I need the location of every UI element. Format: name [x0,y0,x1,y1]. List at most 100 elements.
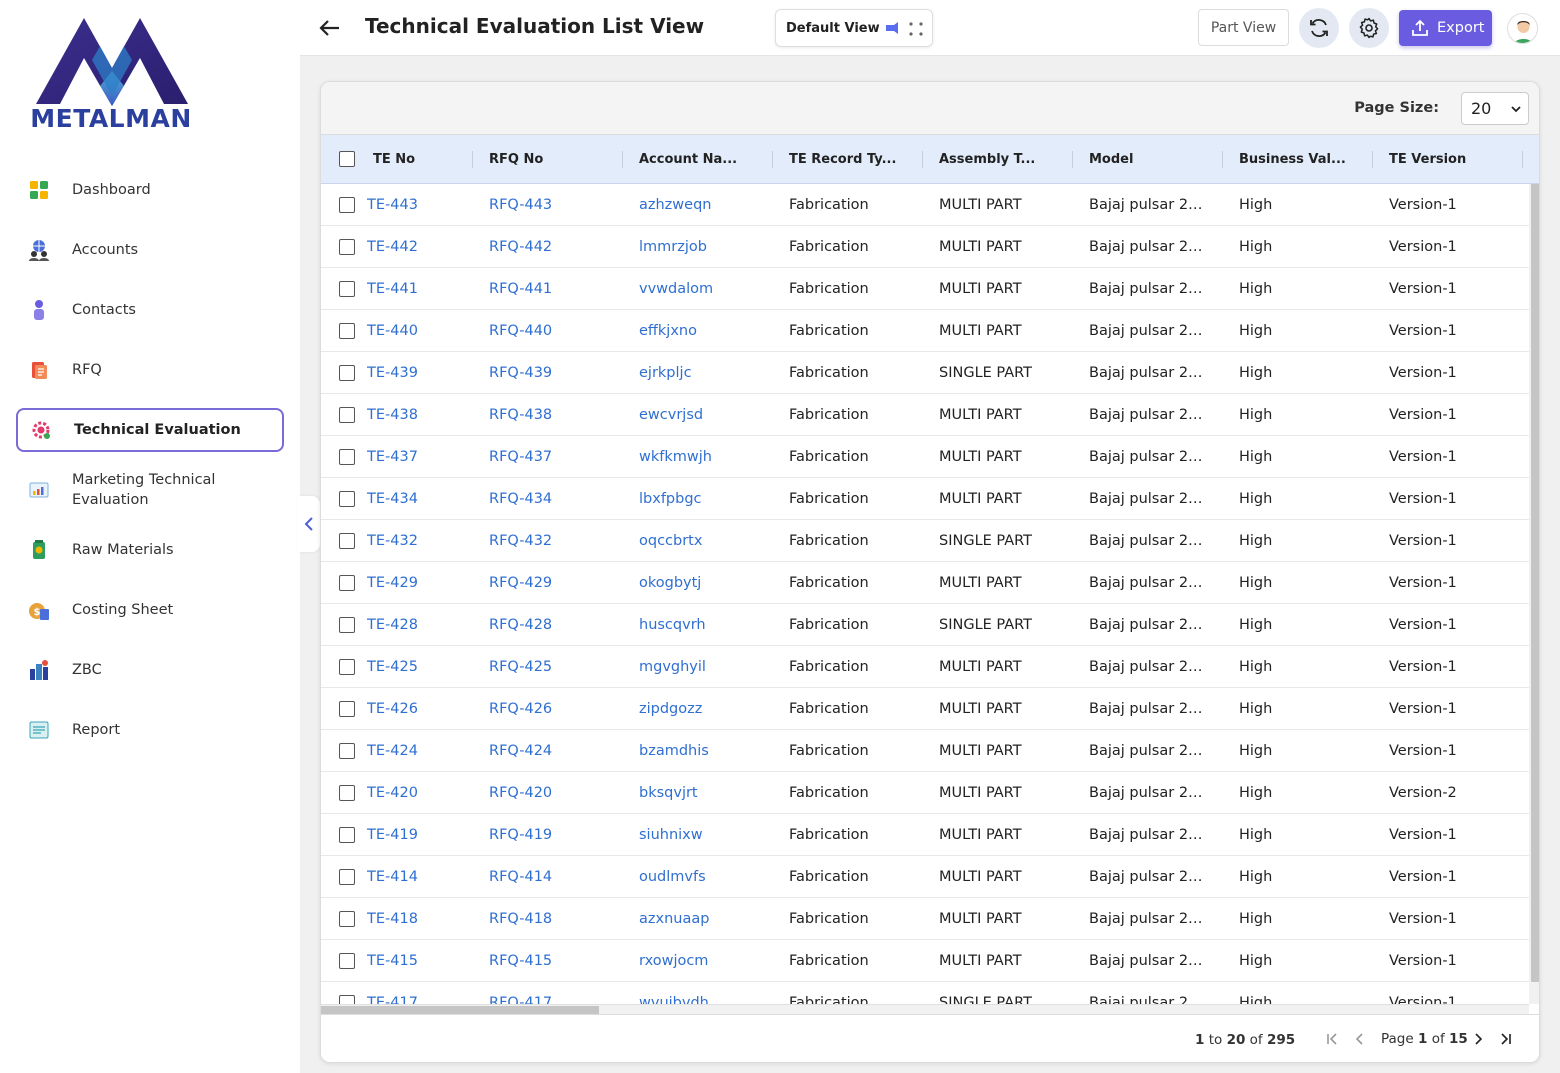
table-row[interactable]: TE-417 RFQ-417 wvuibvdh Fabrication SINGLE P… [321,982,1529,1004]
table-row[interactable]: TE-414 RFQ-414 oudlmvfs Fabrication MULTI PA… [321,856,1529,898]
row-checkbox[interactable] [339,785,355,801]
cell-rfq-no[interactable]: RFQ-439 [489,352,629,394]
table-row[interactable]: TE-428 RFQ-428 huscqvrh Fabrication SINGLE P… [321,604,1529,646]
cell-account-name[interactable]: zipdgozz [639,688,779,730]
cell-te-no[interactable]: TE-414 [367,856,477,898]
table-row[interactable]: TE-429 RFQ-429 okogbytj Fabrication MULTI PA… [321,562,1529,604]
table-row[interactable]: TE-419 RFQ-419 siuhnixw Fabrication MULTI PA… [321,814,1529,856]
cell-account-name[interactable]: oqccbrtx [639,520,779,562]
cell-account-name[interactable]: oudlmvfs [639,856,779,898]
row-checkbox[interactable] [339,995,355,1004]
table-row[interactable]: TE-420 RFQ-420 bksqvjrt Fabrication MULTI PA… [321,772,1529,814]
table-row[interactable]: TE-434 RFQ-434 lbxfpbgc Fabrication MULTI PA… [321,478,1529,520]
cell-te-no[interactable]: TE-418 [367,898,477,940]
cell-te-no[interactable]: TE-434 [367,478,477,520]
cell-rfq-no[interactable]: RFQ-429 [489,562,629,604]
cell-account-name[interactable]: huscqvrh [639,604,779,646]
row-checkbox[interactable] [339,281,355,297]
table-row[interactable]: TE-432 RFQ-432 oqccbrtx Fabrication SINGLE P… [321,520,1529,562]
row-checkbox[interactable] [339,323,355,339]
cell-rfq-no[interactable]: RFQ-440 [489,310,629,352]
column-header-te-record-type[interactable]: TE Record Ty... [789,135,923,184]
vertical-scroll-thumb[interactable] [1531,184,1539,982]
table-row[interactable]: TE-415 RFQ-415 rxowjocm Fabrication MULTI PA… [321,940,1529,982]
select-all-checkbox[interactable] [339,151,355,167]
cell-te-no[interactable]: TE-415 [367,940,477,982]
cell-account-name[interactable]: azhzweqn [639,184,779,226]
cell-rfq-no[interactable]: RFQ-434 [489,478,629,520]
cell-account-name[interactable]: okogbytj [639,562,779,604]
cell-te-no[interactable]: TE-428 [367,604,477,646]
column-header-account-name[interactable]: Account Na... [639,135,773,184]
cell-rfq-no[interactable]: RFQ-414 [489,856,629,898]
cell-te-no[interactable]: TE-424 [367,730,477,772]
column-header-te-no[interactable]: TE No [373,135,473,184]
row-checkbox[interactable] [339,701,355,717]
settings-button[interactable] [1349,8,1389,48]
table-row[interactable]: TE-442 RFQ-442 lmmrzjob Fabrication MULTI PA… [321,226,1529,268]
cell-account-name[interactable]: rxowjocm [639,940,779,982]
row-checkbox[interactable] [339,575,355,591]
sidebar-item-marketing-technical-evaluation[interactable]: Marketing Technical Evaluation [16,460,284,520]
refresh-button[interactable] [1299,8,1339,48]
table-row[interactable]: TE-437 RFQ-437 wkfkmwjh Fabrication MULTI PA… [321,436,1529,478]
table-row[interactable]: TE-425 RFQ-425 mgvghyil Fabrication MULTI PA… [321,646,1529,688]
cell-te-no[interactable]: TE-417 [367,982,477,1004]
sidebar-item-zbc[interactable]: ZBC [16,640,284,700]
cell-te-no[interactable]: TE-432 [367,520,477,562]
cell-te-no[interactable]: TE-437 [367,436,477,478]
row-checkbox[interactable] [339,911,355,927]
next-page-button[interactable] [1468,1029,1488,1049]
cell-te-no[interactable]: TE-442 [367,226,477,268]
column-header-assembly-type[interactable]: Assembly T... [939,135,1073,184]
cell-te-no[interactable]: TE-443 [367,184,477,226]
table-row[interactable]: TE-424 RFQ-424 bzamdhis Fabrication MULTI PA… [321,730,1529,772]
cell-te-no[interactable]: TE-440 [367,310,477,352]
part-view-button[interactable]: Part View [1198,9,1289,46]
cell-account-name[interactable]: bzamdhis [639,730,779,772]
cell-account-name[interactable]: siuhnixw [639,814,779,856]
row-checkbox[interactable] [339,659,355,675]
sidebar-item-accounts[interactable]: Accounts [16,220,284,280]
cell-te-no[interactable]: TE-425 [367,646,477,688]
cell-rfq-no[interactable]: RFQ-419 [489,814,629,856]
vertical-scrollbar[interactable] [1529,184,1539,1004]
row-checkbox[interactable] [339,491,355,507]
cell-te-no[interactable]: TE-420 [367,772,477,814]
table-row[interactable]: TE-418 RFQ-418 azxnuaap Fabrication MULTI PA… [321,898,1529,940]
horizontal-scroll-thumb[interactable] [321,1006,599,1014]
cell-account-name[interactable]: vvwdalom [639,268,779,310]
cell-account-name[interactable]: bksqvjrt [639,772,779,814]
row-checkbox[interactable] [339,617,355,633]
cell-account-name[interactable]: azxnuaap [639,898,779,940]
table-row[interactable]: TE-439 RFQ-439 ejrkpljc Fabrication SINGLE P… [321,352,1529,394]
cell-rfq-no[interactable]: RFQ-428 [489,604,629,646]
sidebar-item-technical-evaluation[interactable]: Technical Evaluation [16,408,284,452]
cell-te-no[interactable]: TE-439 [367,352,477,394]
cell-rfq-no[interactable]: RFQ-418 [489,898,629,940]
cell-account-name[interactable]: mgvghyil [639,646,779,688]
row-checkbox[interactable] [339,365,355,381]
user-avatar[interactable] [1507,13,1538,44]
row-checkbox[interactable] [339,197,355,213]
cell-te-no[interactable]: TE-441 [367,268,477,310]
cell-rfq-no[interactable]: RFQ-415 [489,940,629,982]
column-header-model[interactable]: Model [1089,135,1223,184]
table-row[interactable]: TE-443 RFQ-443 azhzweqn Fabrication MULTI PA… [321,184,1529,226]
cell-rfq-no[interactable]: RFQ-438 [489,394,629,436]
cell-rfq-no[interactable]: RFQ-420 [489,772,629,814]
view-selector[interactable]: Default View [775,9,933,47]
cell-account-name[interactable]: lbxfpbgc [639,478,779,520]
horizontal-scrollbar[interactable] [321,1004,1529,1014]
row-checkbox[interactable] [339,743,355,759]
row-checkbox[interactable] [339,239,355,255]
cell-rfq-no[interactable]: RFQ-432 [489,520,629,562]
last-page-button[interactable] [1496,1029,1516,1049]
previous-page-button[interactable] [1350,1029,1370,1049]
back-arrow-icon[interactable] [318,16,342,40]
cell-rfq-no[interactable]: RFQ-441 [489,268,629,310]
column-header-business-value[interactable]: Business Val... [1239,135,1373,184]
cell-te-no[interactable]: TE-419 [367,814,477,856]
cell-rfq-no[interactable]: RFQ-437 [489,436,629,478]
first-page-button[interactable] [1322,1029,1342,1049]
